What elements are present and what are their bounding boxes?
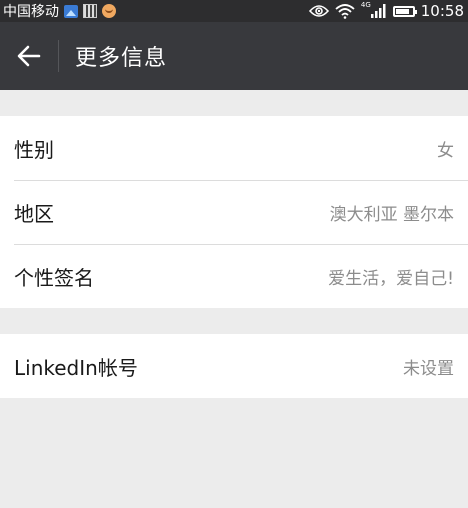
gender-value: 女 bbox=[437, 140, 454, 161]
title-divider bbox=[58, 40, 59, 72]
battery-level-fill bbox=[395, 8, 410, 14]
linkedin-value: 未设置 bbox=[403, 358, 454, 379]
wifi-icon bbox=[335, 4, 355, 19]
signature-value: 爱生活，爱自己! bbox=[328, 268, 454, 289]
title-bar: 更多信息 bbox=[0, 22, 468, 90]
page-title: 更多信息 bbox=[75, 46, 168, 71]
qr-app-icon bbox=[83, 4, 97, 18]
gender-row[interactable]: 性别 女 bbox=[0, 116, 468, 180]
linkedin-label: LinkedIn帐号 bbox=[14, 355, 138, 380]
gender-label: 性别 bbox=[14, 137, 54, 162]
eye-icon bbox=[308, 5, 329, 17]
status-left: 中国移动 bbox=[3, 1, 121, 21]
back-button[interactable] bbox=[0, 22, 58, 90]
status-right: 4G 10:58 bbox=[303, 1, 464, 20]
signature-label: 个性签名 bbox=[14, 265, 94, 290]
gallery-icon bbox=[64, 4, 78, 18]
region-label: 地区 bbox=[14, 201, 54, 226]
linkedin-list: LinkedIn帐号 未设置 bbox=[0, 334, 468, 398]
signal-icon bbox=[370, 4, 386, 18]
network-type-tag: 4G bbox=[360, 1, 371, 9]
signature-row[interactable]: 个性签名 爱生活，爱自己! bbox=[0, 244, 468, 308]
profile-info-list: 性别 女 地区 澳大利亚 墨尔本 个性签名 爱生活，爱自己! bbox=[0, 116, 468, 308]
battery-icon bbox=[392, 5, 417, 17]
region-value: 澳大利亚 墨尔本 bbox=[329, 204, 454, 225]
carrier-name: 中国移动 bbox=[3, 4, 59, 20]
region-row[interactable]: 地区 澳大利亚 墨尔本 bbox=[0, 180, 468, 244]
clock-time: 10:58 bbox=[420, 2, 464, 20]
status-bar: 中国移动 4G 10:58 bbox=[0, 0, 468, 22]
arrow-left-icon bbox=[17, 45, 41, 67]
linkedin-row[interactable]: LinkedIn帐号 未设置 bbox=[0, 334, 468, 398]
face-app-icon bbox=[102, 4, 116, 18]
